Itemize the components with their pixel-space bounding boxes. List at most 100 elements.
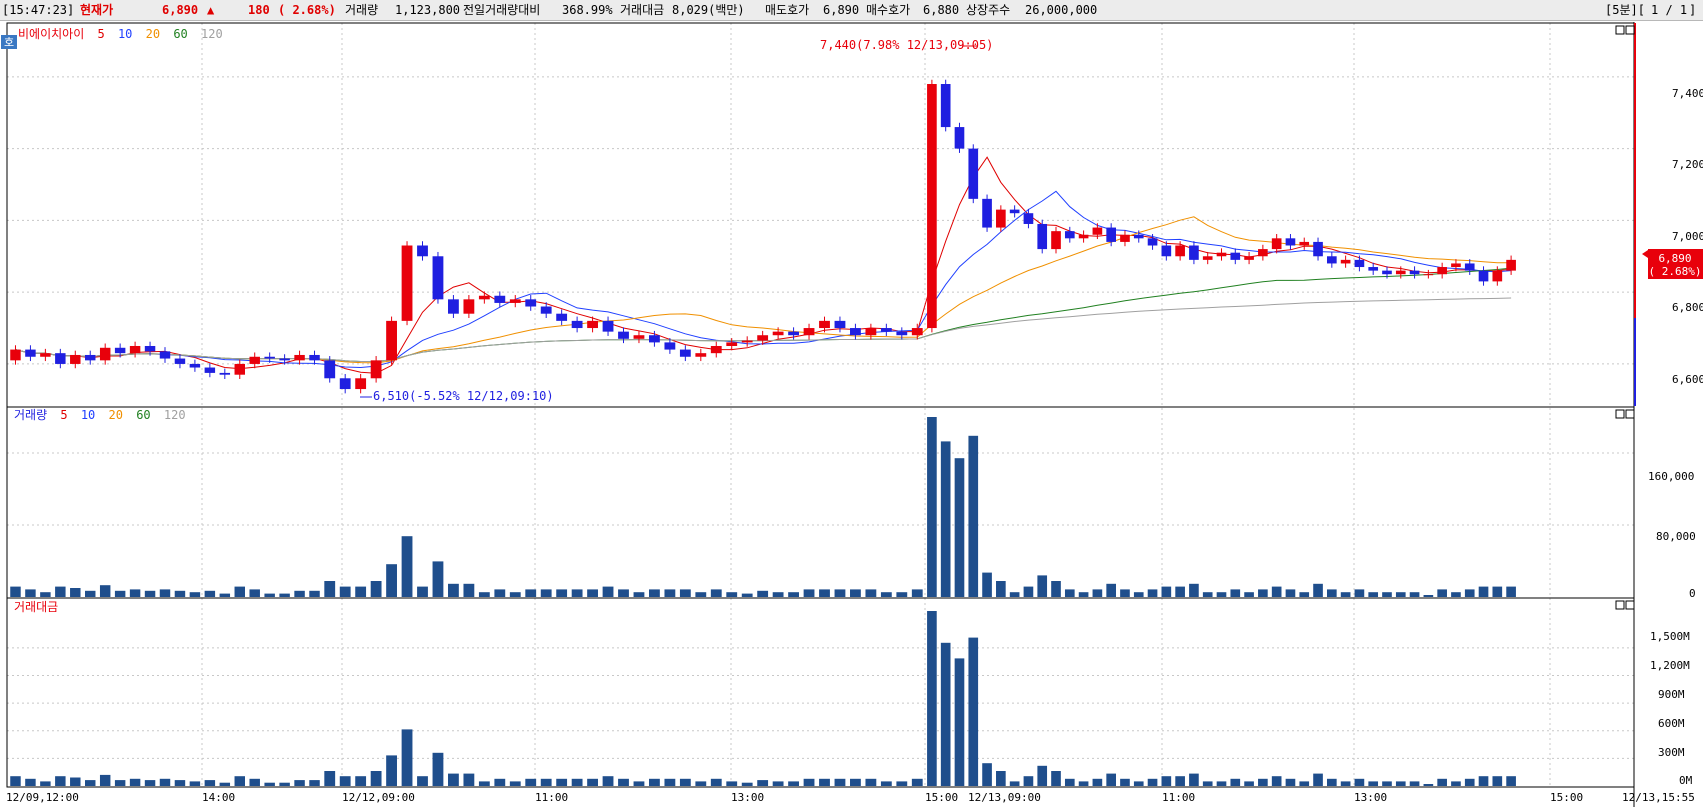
candle-body xyxy=(386,320,397,361)
candle-body xyxy=(1506,259,1516,271)
candle-body xyxy=(463,299,475,314)
x-label-end: 12/13,15:55 xyxy=(1622,791,1695,804)
amount-bar xyxy=(1064,778,1075,786)
amount-bar xyxy=(1395,781,1406,786)
volume-bar xyxy=(1078,592,1089,597)
candle-body xyxy=(417,245,428,257)
candle-body xyxy=(509,299,521,303)
candle-body xyxy=(741,340,753,343)
candle-body xyxy=(309,354,320,361)
candle-body xyxy=(803,328,815,336)
candle-body xyxy=(1147,238,1158,246)
volume-bar xyxy=(40,592,51,597)
volume-bar xyxy=(556,589,568,597)
x-label-7: 11:00 xyxy=(1162,791,1195,804)
price-y-ticks: 7,400 7,200 7,000 6,800 6,600 xyxy=(1672,87,1703,386)
volume-panel-max-button[interactable] xyxy=(1615,409,1625,419)
amount-bar xyxy=(633,781,645,786)
volume-bar xyxy=(1051,581,1061,597)
vol-tick-0: 0 xyxy=(1689,587,1696,600)
x-label-5: 15:00 xyxy=(925,791,958,804)
candle-body xyxy=(954,127,965,149)
amount-panel-close-button[interactable] xyxy=(1625,600,1635,610)
amount-bar xyxy=(40,781,51,786)
amount-bar xyxy=(940,642,951,786)
volume-bar xyxy=(633,592,645,597)
amount-bar xyxy=(85,780,96,786)
volume-bar xyxy=(571,589,583,597)
amount-bar xyxy=(1133,781,1144,786)
volume-bar xyxy=(478,592,490,597)
amount-bar xyxy=(954,658,965,786)
candle-body xyxy=(1437,267,1447,275)
volume-bar xyxy=(370,581,382,597)
volume-bar xyxy=(1161,586,1172,597)
volume-panel-close-button[interactable] xyxy=(1625,409,1635,419)
amount-panel-max-button[interactable] xyxy=(1615,600,1625,610)
amount-bar xyxy=(417,776,428,786)
volume-bar xyxy=(249,589,260,597)
vol-legend-ma5: 5 xyxy=(60,408,67,422)
vol-legend-ma10: 10 xyxy=(81,408,95,422)
volume-bar xyxy=(204,590,216,597)
volume-bar xyxy=(219,593,231,597)
amount-bar xyxy=(1258,778,1268,786)
vol-legend-ma60: 60 xyxy=(136,408,150,422)
volume-bar xyxy=(144,590,156,597)
amt-tick-900: 900M xyxy=(1658,688,1685,701)
volume-bar xyxy=(1009,592,1020,597)
price-panel-close-button[interactable] xyxy=(1625,25,1635,35)
candle-body xyxy=(571,320,583,329)
volume-bar xyxy=(940,441,951,597)
candle-body xyxy=(1037,223,1048,250)
shares-label: 상장주수 xyxy=(966,3,1011,17)
candle-body xyxy=(189,363,201,368)
amount-bar xyxy=(1023,776,1034,786)
amount-bar xyxy=(309,780,320,786)
volume-bar xyxy=(114,590,126,597)
volume-bar xyxy=(1313,583,1323,597)
volume-bar xyxy=(494,589,506,597)
amount-y-ticks: 1,500M 1,200M 900M 600M 300M 0M xyxy=(1650,630,1693,787)
candle-body xyxy=(1202,256,1213,260)
amount-bar xyxy=(968,637,979,786)
quote-header-bar: [15:47:23] 현재가 6,890 ▲ 180 ( 2.68%) 거래량 … xyxy=(0,0,1703,21)
amount-bar xyxy=(355,776,367,786)
volume-bar xyxy=(757,590,769,597)
ask-value: 6,890 xyxy=(823,3,860,17)
amount-bar xyxy=(726,781,738,786)
candle-body xyxy=(279,358,290,361)
stock-chart[interactable]: 호 비에이치아이 5 10 20 60 120 거래량 5 10 20 60 1… xyxy=(0,22,1703,807)
candle-body xyxy=(294,354,305,361)
volume-bar xyxy=(1492,586,1503,597)
amount-bar xyxy=(189,781,201,786)
candle-body xyxy=(1051,231,1061,250)
x-label-4: 13:00 xyxy=(731,791,764,804)
candle-body xyxy=(1258,249,1268,257)
amount-bar xyxy=(850,778,861,786)
volume-bar xyxy=(1175,586,1185,597)
volume-bar xyxy=(1258,589,1268,597)
volume-bar xyxy=(1368,592,1379,597)
candle-body xyxy=(339,378,351,390)
x-label-6: 12/13,09:00 xyxy=(968,791,1041,804)
volume-bar xyxy=(432,561,444,597)
volume-bar xyxy=(1326,589,1337,597)
volume-bar xyxy=(1147,589,1158,597)
volume-bar xyxy=(99,585,111,597)
volume-bar xyxy=(1423,595,1434,597)
volume-bar xyxy=(1106,583,1117,597)
amount-bar xyxy=(494,778,506,786)
candle-body xyxy=(1326,256,1337,264)
up-arrow-icon: ▲ xyxy=(207,3,215,17)
volume-bar xyxy=(927,417,937,597)
interval-button[interactable]: [5분][ xyxy=(1605,3,1645,17)
x-label-9: 15:00 xyxy=(1550,791,1583,804)
candle-body xyxy=(99,347,111,361)
price-panel-max-button[interactable] xyxy=(1615,25,1625,35)
volume-bar xyxy=(996,581,1006,597)
volume-bar xyxy=(463,583,475,597)
amount-bar xyxy=(1271,776,1282,786)
price-tick-7200: 7,200 xyxy=(1672,158,1703,171)
amount-bar xyxy=(159,778,171,786)
